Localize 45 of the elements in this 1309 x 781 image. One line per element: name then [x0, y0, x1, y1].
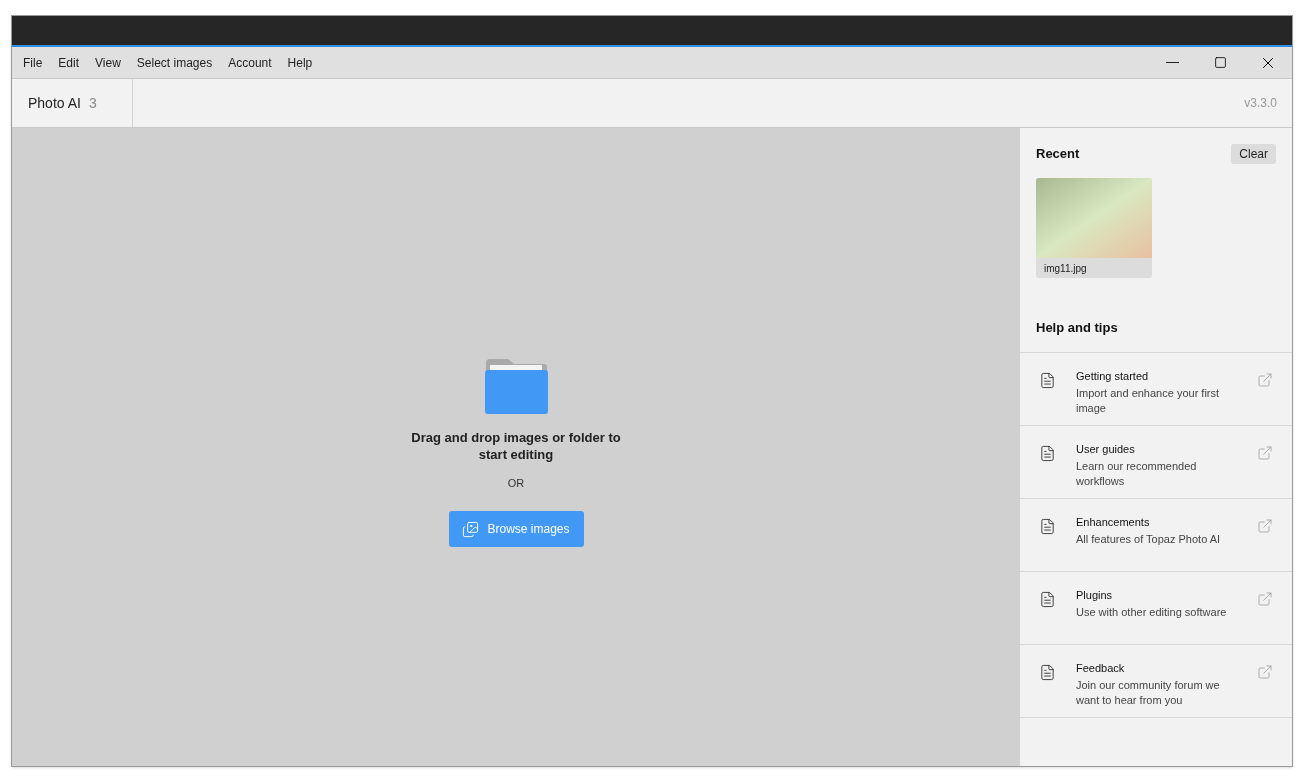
help-item-title: User guides	[1076, 441, 1136, 457]
help-item-description: Import and enhance your first image	[1076, 385, 1221, 416]
menu-item[interactable]: Select images	[136, 53, 213, 72]
app-name: Photo AI	[28, 93, 81, 113]
version-label: v3.3.0	[1244, 95, 1278, 112]
help-item-description: Use with other editing software	[1076, 604, 1228, 620]
menu-item[interactable]: View	[95, 53, 121, 72]
recent-image-filename: img11.jpg	[1043, 262, 1088, 276]
help-item[interactable]: Getting started Import and enhance your first image	[1020, 352, 1292, 426]
maximize-icon	[1213, 56, 1227, 69]
document-icon	[1039, 444, 1056, 462]
document-icon	[1039, 663, 1056, 681]
menu-item[interactable]: Account	[228, 53, 272, 72]
document-icon	[1039, 517, 1056, 535]
images-icon	[462, 520, 480, 538]
external-link-icon	[1257, 371, 1273, 388]
help-item-title: Plugins	[1076, 587, 1114, 603]
menu-item[interactable]: File	[23, 53, 43, 72]
help-item-title: Enhancements	[1076, 514, 1151, 530]
external-link-icon	[1257, 517, 1273, 534]
menu-item[interactable]: Help	[287, 53, 313, 72]
help-item-description: Learn our recommended workflows	[1076, 458, 1198, 489]
drop-message: Drag and drop images or folder to start editing	[410, 428, 622, 463]
document-icon	[1039, 371, 1056, 389]
separator-text: OR	[507, 475, 525, 491]
help-item[interactable]: User guides Learn our recommended workflows	[1020, 425, 1292, 499]
recent-image-card[interactable]: img11.jpg	[1036, 178, 1152, 278]
help-item-title: Getting started	[1076, 368, 1150, 384]
app-version-number: 3	[88, 93, 97, 113]
clear-button[interactable]: Clear	[1231, 144, 1276, 164]
help-item-title: Feedback	[1076, 660, 1126, 676]
folder-icon	[484, 356, 548, 415]
document-icon	[1039, 590, 1056, 608]
help-item[interactable]: Feedback Join our community forum we want to hear from you	[1020, 644, 1292, 718]
minimize-icon	[1165, 62, 1179, 63]
help-item[interactable]: Enhancements All features of Topaz Photo AI	[1020, 498, 1292, 572]
help-item-description: Join our community forum we want to hear from you	[1076, 677, 1221, 708]
help-item-description: All features of Topaz Photo AI	[1076, 531, 1222, 547]
help-title: Help and tips	[1035, 319, 1119, 337]
external-link-icon	[1257, 590, 1273, 607]
help-item[interactable]: Plugins Use with other editing software	[1020, 571, 1292, 645]
external-link-icon	[1257, 444, 1273, 461]
menu-item[interactable]: Edit	[58, 53, 80, 72]
recent-title: Recent	[1036, 145, 1080, 164]
external-link-icon	[1257, 663, 1273, 680]
